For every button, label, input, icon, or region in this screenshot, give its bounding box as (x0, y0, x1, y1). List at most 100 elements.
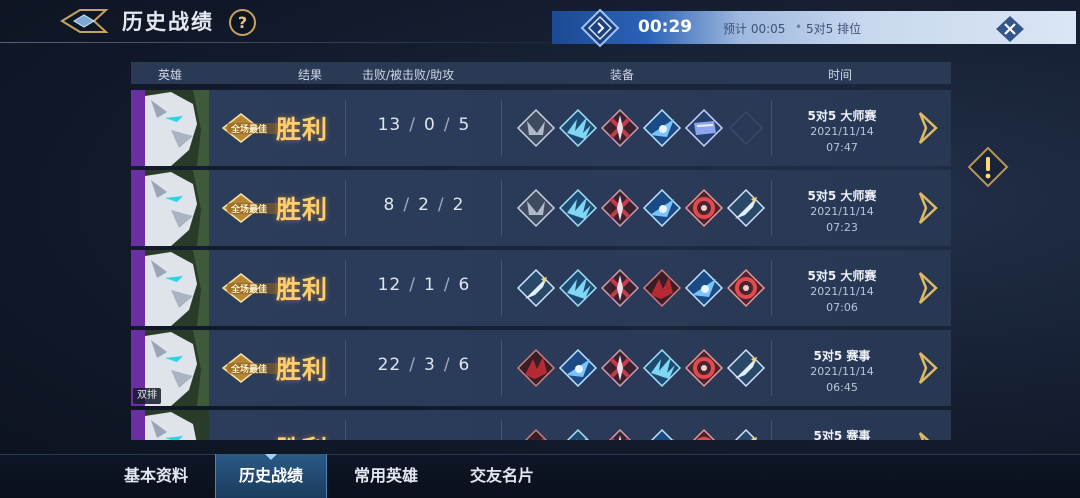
crimson-blade-icon[interactable] (599, 187, 641, 229)
column-divider (501, 180, 502, 236)
dark-red-claw-icon[interactable] (515, 347, 557, 389)
frost-crest-icon[interactable] (641, 107, 683, 149)
active-tab-indicator-icon (265, 454, 277, 460)
red-swirl-icon[interactable] (683, 347, 725, 389)
column-divider (345, 420, 346, 440)
match-mode: 5对5 赛事 (813, 429, 871, 440)
frost-spear-icon[interactable] (725, 187, 767, 229)
kills-count: 13 (377, 115, 402, 135)
page-title: 历史战绩 (122, 10, 214, 34)
col-header-equipment: 装备 (610, 68, 635, 82)
kda-slash: / (409, 275, 416, 295)
assists-count: 5 (458, 115, 471, 135)
ice-wing-icon[interactable] (557, 427, 599, 440)
kda-slash: / (437, 195, 445, 215)
silver-boots-icon[interactable] (515, 107, 557, 149)
chevron-right-icon[interactable] (917, 270, 941, 306)
match-date: 2021/11/14 (810, 365, 874, 378)
match-time: 07:06 (826, 301, 858, 314)
match-date: 2021/11/14 (810, 285, 874, 298)
deaths-count: 0 (423, 115, 436, 135)
match-row[interactable]: 全场最佳 胜利 8 / 2 / 2 5对5 大师赛 2021/11/14 07:23 (131, 170, 951, 246)
back-arrow-icon[interactable] (60, 6, 112, 36)
match-row[interactable]: 全场最佳 胜利 12 / 1 / 6 5对5 大师赛 2021/11/14 07:06 (131, 250, 951, 326)
chevron-right-icon[interactable] (917, 350, 941, 386)
column-divider (501, 420, 502, 440)
chevron-right-icon[interactable] (917, 190, 941, 226)
kda-score: 8 / 2 / 2 (346, 195, 502, 215)
match-mode: 5对5 大师赛 (807, 109, 877, 123)
help-button[interactable]: ? (229, 9, 256, 36)
ice-wing-icon[interactable] (557, 187, 599, 229)
frost-crest-icon[interactable] (641, 427, 683, 440)
match-time: 07:23 (826, 221, 858, 234)
match-row[interactable]: 双排 全场最佳 胜利 22 / 3 / 6 5对5 赛事 2021/11/14 06:4… (131, 330, 951, 406)
crimson-blade-icon[interactable] (599, 347, 641, 389)
frost-crest-icon[interactable] (683, 267, 725, 309)
match-result: 胜利 (276, 275, 329, 304)
column-divider (501, 100, 502, 156)
duo-queue-tag: 双排 (133, 388, 161, 404)
match-date: 2021/11/14 (810, 125, 874, 138)
hero-portrait (131, 410, 209, 440)
match-mode: 5对5 大师赛 (807, 189, 877, 203)
alert-exclamation-icon[interactable] (967, 146, 1009, 188)
col-header-kda: 击败/被击败/助攻 (362, 68, 455, 82)
chevron-right-icon[interactable] (917, 430, 941, 440)
mvp-label: 全场最佳 (231, 205, 268, 215)
match-mode: 5对5 赛事 (813, 349, 871, 363)
queue-mode: 5对5 排位 (806, 22, 862, 36)
red-swirl-icon[interactable] (683, 427, 725, 440)
crimson-blade-icon[interactable] (599, 427, 641, 440)
match-mode: 5对5 大师赛 (807, 269, 877, 283)
match-result: 胜利 (276, 195, 329, 224)
dark-red-claw-icon[interactable] (641, 267, 683, 309)
mvp-label: 全场最佳 (231, 365, 268, 375)
red-swirl-icon[interactable] (725, 267, 767, 309)
kda-slash: / (443, 275, 451, 295)
mvp-label: 全场最佳 (231, 125, 268, 135)
match-time: 07:47 (826, 141, 858, 154)
hero-portrait (131, 250, 209, 326)
crimson-blade-icon[interactable] (599, 267, 641, 309)
tab-match-history[interactable]: 历史战绩 (215, 454, 327, 498)
crimson-blade-icon[interactable] (599, 107, 641, 149)
ice-wing-icon[interactable] (557, 107, 599, 149)
match-result: 胜利 (276, 115, 329, 144)
mvp-label: 全场最佳 (231, 285, 268, 295)
hero-portrait (131, 170, 209, 246)
dark-red-claw-icon[interactable] (515, 427, 557, 440)
col-header-hero: 英雄 (158, 68, 183, 82)
kills-count: 12 (377, 275, 402, 295)
assists-count: 6 (458, 275, 471, 295)
queue-estimate: 预计 00:05 (723, 22, 786, 36)
cancel-queue-close-icon[interactable] (994, 14, 1026, 44)
chevron-right-icon[interactable] (917, 110, 941, 146)
frost-crest-icon[interactable] (641, 187, 683, 229)
frost-spear-icon[interactable] (725, 347, 767, 389)
cyan-bracer-icon[interactable] (683, 107, 725, 149)
queue-separator: • (795, 20, 803, 34)
frost-crest-icon[interactable] (557, 347, 599, 389)
kda-slash: / (443, 115, 451, 135)
tab-basic-info[interactable]: 基本资料 (100, 454, 212, 498)
kills-count: 8 (383, 195, 396, 215)
column-divider (501, 340, 502, 396)
frost-spear-icon[interactable] (725, 427, 767, 440)
ice-wing-icon[interactable] (557, 267, 599, 309)
kda-score: 12 / 1 / 6 (346, 275, 502, 295)
match-row[interactable]: 胜利 5对5 赛事 (131, 410, 951, 440)
match-date: 2021/11/14 (810, 205, 874, 218)
silver-boots-icon[interactable] (515, 187, 557, 229)
ice-wing-icon[interactable] (641, 347, 683, 389)
frost-spear-icon[interactable] (515, 267, 557, 309)
red-swirl-icon[interactable] (683, 187, 725, 229)
match-row[interactable]: 全场最佳 胜利 13 / 0 / 5 5对5 大师赛 2021/11/14 07:47 (131, 90, 951, 166)
tab-social-card[interactable]: 交友名片 (446, 454, 558, 498)
tab-favorite-heroes[interactable]: 常用英雄 (330, 454, 442, 498)
kda-slash: / (409, 355, 416, 375)
hero-portrait (131, 90, 209, 166)
empty-slot (728, 110, 764, 146)
match-history-list[interactable]: 全场最佳 胜利 13 / 0 / 5 5对5 大师赛 2021/11/14 07:47 (131, 88, 951, 440)
queue-diamond-icon (580, 8, 620, 48)
